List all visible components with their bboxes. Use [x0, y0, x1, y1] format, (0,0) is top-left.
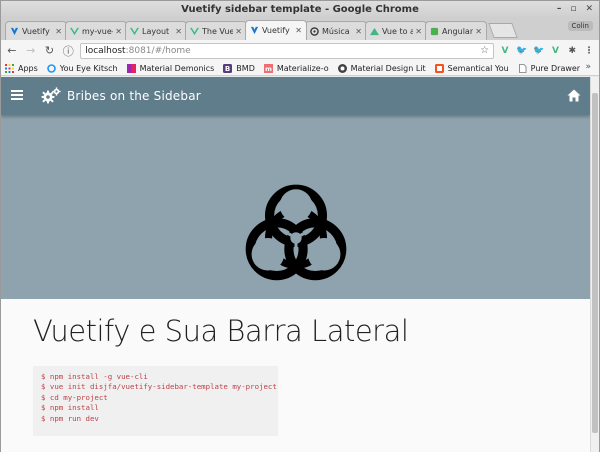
bookmark-pure-drawer[interactable]: Pure Drawer: [518, 64, 580, 73]
profile-badge[interactable]: Colin: [567, 21, 593, 31]
gears-icon: [41, 87, 61, 104]
app-toolbar: Bribes on the Sidebar: [1, 77, 590, 115]
tab-close-icon[interactable]: ✕: [175, 27, 182, 36]
page-heading: Vuetify e Sua Barra Lateral: [33, 314, 409, 348]
twitter-extension-icon-2[interactable]: 🐦: [533, 45, 545, 57]
home-icon[interactable]: [567, 89, 581, 102]
vuetify-favicon-icon: [250, 26, 259, 35]
mdl-favicon-icon: [337, 63, 347, 73]
chrome-menu-icon[interactable]: ⋮: [583, 45, 595, 57]
kitsch-favicon-icon: [46, 63, 56, 73]
page-icon: [518, 63, 527, 73]
window-controls: – ▫ ✕: [557, 1, 593, 18]
tab-strip: Vuetify ✕ my-vue- ✕ Layout ✕ The Vue ✕ Vueti…: [1, 18, 599, 40]
tab-layout[interactable]: Layout ✕: [125, 21, 187, 40]
vuetify-favicon-icon: [10, 27, 19, 35]
bookmark-star-icon[interactable]: ☆: [480, 45, 489, 56]
bookmark-material-demonics[interactable]: Material Demonics: [126, 63, 214, 73]
main-content: Vuetify e Sua Barra Lateral $ npm instal…: [1, 299, 590, 452]
tab-vue-to-a[interactable]: Vue to a ✕: [365, 21, 427, 40]
biohazard-favicon-icon: [310, 26, 319, 36]
vue-favicon-icon: [130, 27, 139, 35]
tab-vuetify-1[interactable]: Vuetify ✕: [5, 21, 67, 40]
tab-close-icon[interactable]: ✕: [55, 27, 62, 36]
bookmark-bmd[interactable]: B BMD: [223, 63, 255, 73]
bookmark-you-eye-kitsch[interactable]: You Eye Kitsch: [46, 63, 118, 73]
address-bar[interactable]: localhost:8081/#/home ☆: [80, 42, 495, 59]
tab-close-icon[interactable]: ✕: [115, 27, 122, 36]
bookmarks-overflow-chevron-icon[interactable]: »: [585, 62, 591, 72]
biohazard-icon: [245, 184, 347, 281]
close-window-button[interactable]: ✕: [585, 1, 593, 18]
twitter-extension-icon[interactable]: 🐦: [516, 45, 528, 57]
bookmarks-bar: Apps You Eye Kitsch Material Demonics B …: [1, 61, 599, 76]
vue-favicon-icon: [70, 27, 79, 35]
hamburger-menu-icon[interactable]: [11, 90, 23, 100]
url-host: localhost: [85, 45, 126, 56]
window-title: Vuetify sidebar template - Google Chrome: [181, 4, 419, 15]
bookmark-apps[interactable]: Apps: [5, 63, 38, 73]
semantic-favicon-icon: [434, 63, 444, 73]
vue-favicon-icon: [370, 27, 379, 35]
puzzle-extension-icon[interactable]: ✱: [566, 45, 578, 57]
back-arrow-icon[interactable]: ←: [5, 44, 19, 58]
code-line: $ npm install -g vue-cli: [41, 372, 148, 381]
tab-close-icon[interactable]: ✕: [355, 27, 362, 36]
tab-close-icon[interactable]: ✕: [295, 26, 302, 35]
tab-close-icon[interactable]: ✕: [235, 27, 242, 36]
install-code-block: $ npm install -g vue-cli $ vue init disjf…: [33, 366, 278, 436]
material-favicon-icon: [126, 63, 136, 73]
browser-toolbar: ← → ↻ ⓘ localhost:8081/#/home ☆ V 🐦 🐦 V …: [1, 40, 599, 61]
tab-close-icon[interactable]: ✕: [415, 27, 422, 36]
hero-banner: [1, 115, 590, 299]
bookmark-materialize[interactable]: m Materialize-o: [263, 63, 329, 73]
page-viewport: Bribes on the Sidebar Vuetify e Sua Barr…: [1, 77, 590, 452]
code-line: $ cd my-project: [41, 392, 108, 402]
bootstrap-favicon-icon: B: [223, 63, 233, 73]
vue-extension-icon[interactable]: V: [550, 45, 562, 57]
tab-vuetify-active[interactable]: Vuetify ✕: [245, 20, 307, 40]
bookmark-material-design-lite[interactable]: Material Design Lit: [337, 63, 426, 73]
window-titlebar: Vuetify sidebar template - Google Chrome…: [1, 1, 599, 18]
code-line: $ npm run dev: [41, 413, 99, 423]
angular-favicon-icon: [430, 27, 439, 35]
browser-window: Vuetify sidebar template - Google Chrome…: [0, 0, 600, 452]
svg-text:B: B: [225, 65, 230, 73]
apps-grid-icon: [5, 63, 14, 73]
scrollbar-thumb[interactable]: [592, 93, 598, 433]
bookmark-semantical-you[interactable]: Semantical You: [434, 63, 509, 73]
page-scrollbar[interactable]: [590, 77, 599, 452]
tab-musica[interactable]: Música ✕: [305, 21, 367, 40]
maximize-button[interactable]: ▫: [570, 1, 576, 18]
materialize-favicon-icon: m: [263, 63, 273, 73]
code-line: $ vue init disjfa/vuetify-sidebar-templa…: [41, 382, 277, 392]
tab-close-icon[interactable]: ✕: [475, 27, 482, 36]
tab-my-vue[interactable]: my-vue- ✕: [65, 21, 127, 40]
info-icon[interactable]: ⓘ: [61, 44, 75, 58]
code-line: $ npm install: [41, 403, 99, 413]
new-tab-button[interactable]: [488, 23, 518, 38]
vue-favicon-icon: [190, 27, 199, 35]
reload-icon[interactable]: ↻: [43, 44, 57, 58]
tab-the-vue[interactable]: The Vue ✕: [185, 21, 247, 40]
app-title: Bribes on the Sidebar: [67, 89, 201, 103]
forward-arrow-icon[interactable]: →: [24, 44, 38, 58]
minimize-button[interactable]: –: [557, 1, 562, 18]
url-path: :8081/#/home: [125, 45, 191, 56]
tab-angular[interactable]: Angular ✕: [425, 21, 487, 40]
vue-devtools-extension-icon[interactable]: V: [499, 45, 511, 57]
svg-text:m: m: [265, 65, 272, 73]
